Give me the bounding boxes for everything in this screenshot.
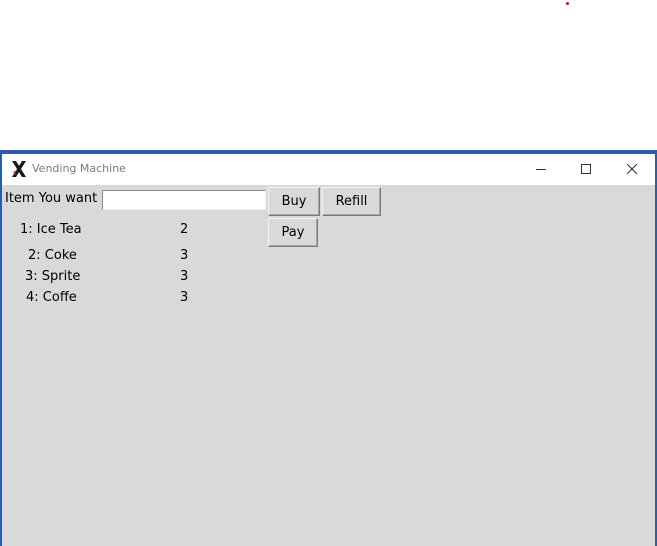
desktop: Vending Machine Item You want Buy Refill… xyxy=(0,0,657,546)
maximize-icon xyxy=(580,164,591,174)
cursor-dot xyxy=(566,2,569,5)
item-count-4: 3 xyxy=(180,290,189,305)
item-name-2: 2: Coke xyxy=(28,248,77,263)
item-count-3: 3 xyxy=(180,269,189,284)
item-count-1: 2 xyxy=(180,222,189,237)
maximize-button[interactable] xyxy=(563,154,608,184)
minimize-icon xyxy=(535,169,546,170)
window-frame: Vending Machine Item You want Buy Refill… xyxy=(2,154,655,546)
item-count-2: 3 xyxy=(180,248,189,263)
pay-button[interactable]: Pay xyxy=(268,218,318,247)
vending-machine-window: Vending Machine Item You want Buy Refill… xyxy=(0,150,657,546)
close-icon xyxy=(626,163,637,175)
refill-button[interactable]: Refill xyxy=(322,187,381,216)
item-prompt-label: Item You want xyxy=(5,191,98,206)
item-name-4: 4: Coffe xyxy=(26,290,77,305)
x11-icon xyxy=(12,161,26,177)
title-bar[interactable]: Vending Machine xyxy=(2,154,655,184)
close-button[interactable] xyxy=(609,154,654,184)
buy-button[interactable]: Buy xyxy=(268,187,320,216)
item-name-3: 3: Sprite xyxy=(25,269,81,284)
item-input[interactable] xyxy=(102,190,266,210)
minimize-button[interactable] xyxy=(518,154,563,184)
item-name-1: 1: Ice Tea xyxy=(20,222,82,237)
client-area: Item You want Buy Refill Pay 1: Ice Tea … xyxy=(2,185,655,546)
window-title: Vending Machine xyxy=(32,162,126,175)
